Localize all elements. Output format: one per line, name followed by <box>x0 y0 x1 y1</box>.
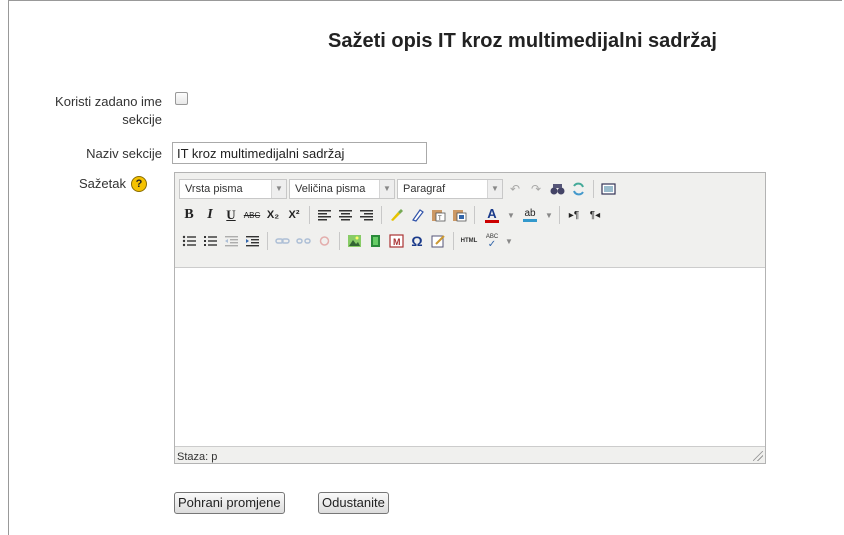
indent-icon[interactable] <box>242 231 262 251</box>
superscript-icon[interactable]: X² <box>284 205 304 225</box>
text-color-glyph: A <box>487 205 497 221</box>
rtl-icon[interactable]: ¶◂ <box>585 205 605 225</box>
use-default-name-checkbox[interactable] <box>175 92 188 105</box>
emoticon-icon[interactable] <box>428 231 448 251</box>
redo-icon[interactable]: ↷ <box>526 179 546 199</box>
toolbar-separator <box>267 232 268 250</box>
numbered-list-icon[interactable] <box>200 231 220 251</box>
align-center-icon[interactable] <box>335 205 355 225</box>
cancel-button[interactable]: Odustanite <box>318 492 389 514</box>
help-icon[interactable]: ? <box>131 176 147 192</box>
toolbar-row-2: B I U ABC X₂ X² T A ▼ ab ▼ ▸¶ ¶◂ <box>179 203 606 227</box>
text-color-bar <box>485 219 499 223</box>
toolbar-separator <box>474 206 475 224</box>
special-char-icon[interactable]: Ω <box>407 231 427 251</box>
toolbar-separator <box>559 206 560 224</box>
toolbar-separator <box>309 206 310 224</box>
toolbar-separator <box>339 232 340 250</box>
chevron-down-icon[interactable]: ▼ <box>504 231 514 251</box>
section-name-label: Naziv sekcije <box>86 146 162 161</box>
rich-text-editor: Vrsta pisma ▼ Veličina pisma ▼ Paragraf … <box>174 172 766 464</box>
toolbar-row-1: Vrsta pisma ▼ Veličina pisma ▼ Paragraf … <box>179 177 619 201</box>
find-icon[interactable] <box>547 179 567 199</box>
svg-text:T: T <box>438 216 442 222</box>
use-default-name-label-line1: Koristi zadano ime <box>55 94 162 109</box>
underline-icon[interactable]: U <box>221 205 241 225</box>
page-title: Sažeti opis IT kroz multimedijalni sadrž… <box>328 30 717 52</box>
format-select-label: Paragraf <box>403 183 446 195</box>
chevron-down-icon[interactable]: ▼ <box>506 205 516 225</box>
font-size-select-label: Veličina pisma <box>295 183 366 195</box>
link-icon[interactable] <box>272 231 292 251</box>
toolbar-row-3: M Ω HTML ABC ✓ ▼ <box>179 229 515 253</box>
moodle-media-icon[interactable]: M <box>386 231 406 251</box>
spellcheck-icon[interactable]: ABC ✓ <box>481 231 503 251</box>
summary-label: Sažetak <box>79 176 126 191</box>
highlight-color-icon[interactable]: ab <box>517 205 543 225</box>
chevron-down-icon: ▼ <box>379 180 394 198</box>
highlight-color-bar <box>523 218 537 222</box>
paste-text-icon[interactable]: T <box>428 205 448 225</box>
undo-icon[interactable]: ↶ <box>505 179 525 199</box>
unlink-icon[interactable] <box>293 231 313 251</box>
image-icon[interactable] <box>344 231 364 251</box>
ltr-icon[interactable]: ▸¶ <box>564 205 584 225</box>
html-source-icon[interactable]: HTML <box>458 231 480 251</box>
align-right-icon[interactable] <box>356 205 376 225</box>
cleanup-icon[interactable] <box>386 205 406 225</box>
font-size-select[interactable]: Veličina pisma ▼ <box>289 179 395 199</box>
toolbar-separator <box>381 206 382 224</box>
outdent-icon[interactable] <box>221 231 241 251</box>
align-left-icon[interactable] <box>314 205 334 225</box>
strikethrough-icon[interactable]: ABC <box>242 205 262 225</box>
editor-status-path: Staza: p <box>177 451 218 463</box>
bullet-list-icon[interactable] <box>179 231 199 251</box>
chevron-down-icon: ▼ <box>271 180 286 198</box>
chevron-down-icon: ▼ <box>487 180 502 198</box>
save-button[interactable]: Pohrani promjene <box>174 492 285 514</box>
resize-grip-icon[interactable] <box>753 451 763 461</box>
section-name-input[interactable] <box>172 142 427 164</box>
subscript-icon[interactable]: X₂ <box>263 205 283 225</box>
font-family-select[interactable]: Vrsta pisma ▼ <box>179 179 287 199</box>
fullscreen-icon[interactable] <box>598 179 618 199</box>
toolbar-separator <box>593 180 594 198</box>
paste-word-icon[interactable] <box>449 205 469 225</box>
text-color-icon[interactable]: A <box>479 205 505 225</box>
svg-text:M: M <box>393 237 401 247</box>
anchor-icon[interactable] <box>314 231 334 251</box>
italic-icon[interactable]: I <box>200 205 220 225</box>
media-icon[interactable] <box>365 231 385 251</box>
toolbar-separator <box>453 232 454 250</box>
font-family-select-label: Vrsta pisma <box>185 183 243 195</box>
highlight-glyph: ab <box>524 207 536 219</box>
format-select[interactable]: Paragraf ▼ <box>397 179 503 199</box>
remove-format-icon[interactable] <box>407 205 427 225</box>
chevron-down-icon[interactable]: ▼ <box>544 205 554 225</box>
use-default-name-label-line2: sekcije <box>122 112 162 127</box>
check-mark-icon: ✓ <box>487 238 497 250</box>
use-default-name-label: Koristi zadano ime sekcije <box>20 93 162 129</box>
editor-content-area[interactable] <box>175 267 765 447</box>
bold-icon[interactable]: B <box>179 205 199 225</box>
replace-icon[interactable] <box>568 179 588 199</box>
